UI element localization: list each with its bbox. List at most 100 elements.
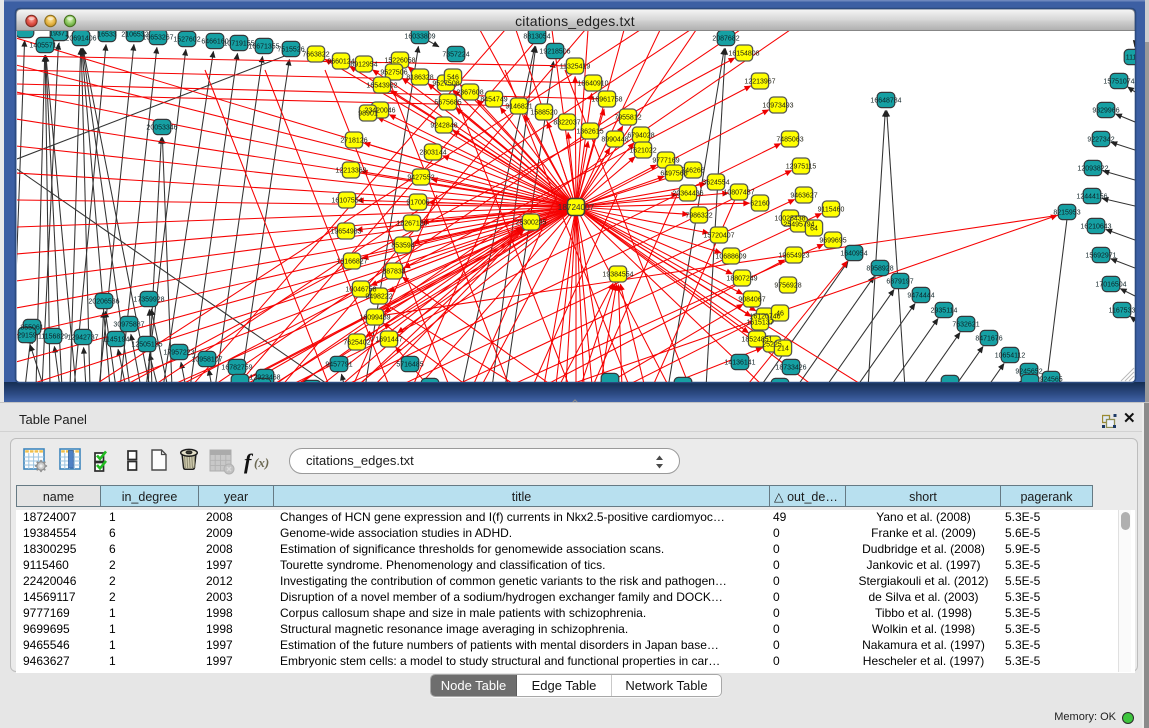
- svg-text:7632621: 7632621: [952, 322, 979, 329]
- svg-text:7625402: 7625402: [343, 340, 370, 347]
- svg-text:9227342: 9227342: [1087, 137, 1114, 144]
- svg-text:64: 64: [810, 226, 818, 233]
- svg-text:18733426: 18733426: [775, 365, 806, 372]
- svg-text:12093822: 12093822: [1077, 166, 1108, 173]
- svg-text:9777169: 9777169: [652, 158, 679, 165]
- svg-text:16107554: 16107554: [331, 198, 362, 205]
- svg-text:2367608: 2367608: [456, 90, 483, 97]
- svg-text:16543962: 16543962: [366, 83, 397, 90]
- svg-text:15720407: 15720407: [703, 233, 734, 240]
- svg-text:17957223: 17957223: [163, 350, 194, 357]
- svg-text:15751074: 15751074: [1103, 79, 1134, 86]
- svg-text:7986322: 7986322: [685, 213, 712, 220]
- svg-text:9084067: 9084067: [738, 297, 765, 304]
- svg-text:5675685: 5675685: [434, 100, 461, 107]
- svg-text:1615137: 1615137: [746, 320, 773, 327]
- svg-text:1640954: 1640954: [840, 251, 867, 258]
- svg-text:9242848: 9242848: [430, 123, 457, 130]
- svg-text:2935114: 2935114: [931, 308, 958, 315]
- svg-text:9756928: 9756928: [774, 283, 801, 290]
- svg-text:8813054: 8813054: [523, 34, 550, 41]
- svg-text:8215953: 8215953: [1053, 210, 1080, 217]
- svg-text:1145194: 1145194: [103, 337, 130, 344]
- svg-text:10653267: 10653267: [142, 35, 173, 42]
- svg-text:7357224: 7357224: [442, 52, 469, 59]
- svg-text:62160: 62160: [750, 201, 770, 208]
- svg-text:887833: 887833: [382, 269, 405, 276]
- svg-text:10688609: 10688609: [715, 254, 746, 261]
- svg-text:14055714: 14055714: [29, 43, 60, 50]
- svg-text:2803144: 2803144: [419, 150, 446, 157]
- svg-text:18640910: 18640910: [577, 81, 608, 88]
- svg-text:9146821: 9146821: [505, 104, 532, 111]
- svg-text:16154808: 16154808: [728, 51, 759, 58]
- svg-text:6497568: 6497568: [660, 171, 687, 178]
- svg-text:2087682: 2087682: [712, 36, 739, 43]
- svg-text:16533: 16533: [97, 32, 117, 39]
- svg-text:12942737: 12942737: [67, 335, 98, 342]
- svg-text:11156829: 11156829: [38, 334, 68, 341]
- svg-text:9498222: 9498222: [365, 294, 392, 301]
- svg-text:12923468: 12923468: [249, 375, 280, 382]
- svg-text:9699695: 9699695: [819, 238, 846, 245]
- svg-text:8186328: 8186328: [406, 75, 433, 82]
- svg-text:25300235: 25300235: [515, 220, 546, 227]
- svg-text:15692971: 15692971: [1085, 253, 1116, 260]
- svg-text:9245652: 9245652: [1015, 369, 1042, 376]
- svg-text:5716485: 5716485: [396, 362, 423, 369]
- svg-text:8322037: 8322037: [553, 120, 580, 127]
- svg-text:10046758: 10046758: [345, 287, 376, 294]
- svg-text:16961758: 16961758: [591, 97, 622, 104]
- svg-text:18267130: 18267130: [396, 221, 427, 228]
- svg-text:98901: 98901: [358, 111, 378, 118]
- svg-text:18724007: 18724007: [558, 203, 595, 212]
- svg-text:3624554: 3624554: [702, 180, 729, 187]
- svg-text:7663822: 7663822: [302, 52, 329, 59]
- svg-text:16099489: 16099489: [359, 315, 390, 322]
- svg-text:19384554: 19384554: [602, 272, 633, 279]
- svg-text:855061: 855061: [20, 325, 43, 332]
- svg-text:9115460: 9115460: [818, 207, 845, 214]
- svg-text:46: 46: [776, 311, 784, 318]
- svg-text:8471676: 8471676: [975, 336, 1002, 343]
- svg-text:19654923: 19654923: [778, 253, 809, 260]
- svg-text:16648784: 16648784: [870, 98, 901, 105]
- svg-text:10654112: 10654112: [995, 353, 1026, 360]
- svg-text:9474444: 9474444: [907, 293, 934, 300]
- svg-text:853594: 853594: [391, 243, 414, 250]
- svg-text:8958928: 8958928: [866, 266, 893, 273]
- svg-text:10973493: 10973493: [762, 103, 793, 110]
- svg-text:20691406: 20691406: [65, 36, 96, 43]
- svg-text:15226058: 15226058: [384, 58, 415, 65]
- svg-text:20206536: 20206536: [88, 299, 119, 306]
- svg-text:214: 214: [777, 346, 789, 353]
- svg-text:1621022: 1621022: [629, 148, 656, 155]
- svg-text:6794028: 6794028: [627, 133, 654, 140]
- svg-text:30975887: 30975887: [113, 322, 144, 329]
- svg-text:12213967: 12213967: [744, 79, 775, 86]
- svg-text:7955812: 7955812: [614, 115, 641, 122]
- svg-text:10807487: 10807487: [723, 190, 754, 197]
- svg-text:12444156: 12444156: [1076, 194, 1107, 201]
- svg-text:917006: 917006: [406, 200, 429, 207]
- svg-text:citations_edges.txt: citations_edges.txt: [515, 13, 635, 29]
- svg-text:20364436: 20364436: [672, 191, 703, 198]
- svg-text:8990448: 8990448: [601, 137, 628, 144]
- svg-text:20053346: 20053346: [146, 125, 177, 132]
- svg-text:546: 546: [447, 75, 459, 82]
- svg-text:16671355: 16671355: [248, 44, 279, 51]
- svg-text:18807249: 18807249: [726, 276, 757, 283]
- svg-text:9457791: 9457791: [325, 362, 352, 369]
- svg-text:8454749: 8454749: [480, 97, 507, 104]
- svg-text:16782759: 16782759: [221, 365, 252, 372]
- svg-text:1527602: 1527602: [173, 37, 200, 44]
- svg-text:16210643: 16210643: [1080, 224, 1111, 231]
- svg-text:f: f: [244, 449, 254, 474]
- svg-text:7515526: 7515526: [277, 47, 304, 54]
- svg-text:17016504: 17016504: [1095, 282, 1126, 289]
- svg-text:19654983: 19654983: [330, 229, 361, 236]
- svg-text:12975115: 12975115: [786, 164, 817, 171]
- svg-text:7485063: 7485063: [776, 137, 803, 144]
- svg-text:9527506: 9527506: [380, 70, 407, 77]
- svg-text:2718126: 2718126: [340, 138, 367, 145]
